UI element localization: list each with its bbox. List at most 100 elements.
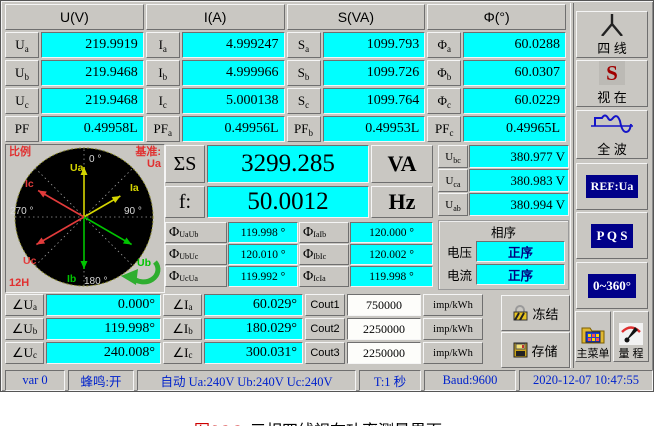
cout2-value[interactable]: 2250000: [347, 318, 421, 340]
current-sequence-label: 电流: [446, 269, 472, 283]
cout2-label: Cout2: [305, 318, 345, 340]
sigma-s-unit: VA: [371, 145, 433, 183]
total-apparent-power-row: ΣS 3299.285 VA: [165, 145, 433, 183]
current-sequence-value: 正序: [476, 264, 565, 285]
phase-sequence-panel: 相序 电压 正序 电流 正序: [438, 220, 569, 290]
value-ua: 219.9919: [41, 32, 144, 58]
label-pfa: PF a: [145, 116, 180, 142]
cout3-value[interactable]: 2250000: [347, 342, 421, 364]
phasor-diagram: 0 ° 90 ° 180 ° 270 ° Ua Ia Ub Ib Uc Ic 比例 基准: Ua …: [5, 144, 165, 293]
value-phic: 60.0229: [463, 88, 566, 114]
wye-icon: [601, 14, 623, 36]
svg-text:Ia: Ia: [130, 182, 139, 194]
cout3-unit: imp/kWh: [423, 342, 483, 364]
value-sa: 1099.793: [322, 32, 426, 58]
line-voltage-row: Uca 380.983 V: [438, 169, 569, 192]
voltage-sequence-label: 电压: [446, 246, 472, 260]
label-pf: PF: [5, 116, 39, 142]
value-ub: 219.9468: [41, 60, 144, 86]
sidebar-divider: [570, 3, 574, 368]
label-ib: Ib: [145, 60, 180, 86]
value-uab: 380.994 V: [469, 193, 569, 216]
full-wave-mode-button[interactable]: 全 波: [576, 110, 648, 159]
label-ubc: Ubc: [438, 145, 468, 168]
reference-select-button[interactable]: REF:Ua: [576, 163, 648, 210]
value-angle-ic: 300.031°: [204, 342, 303, 364]
sigma-s-label: ΣS: [165, 145, 205, 183]
value-angle-ub: 119.998°: [46, 318, 161, 340]
gauge-icon: [619, 323, 643, 345]
svg-text:180 °: 180 °: [84, 276, 107, 287]
col-header-uv: U(V): [5, 4, 144, 30]
wiring-mode-button[interactable]: 四 线: [576, 11, 648, 58]
value-pfb: 0.49953L: [322, 116, 426, 142]
status-var: var 0: [5, 370, 65, 391]
line-voltage-row: Ubc 380.977 V: [438, 145, 569, 168]
angle-range-label: 0~360°: [588, 273, 636, 298]
label-phi-ibic: Φ IbIc: [299, 244, 349, 265]
label-uab: Uab: [438, 193, 468, 216]
value-phi-ubuc: 120.010 °: [228, 244, 298, 265]
freeze-icon: [513, 305, 528, 321]
svg-text:0 °: 0 °: [89, 154, 101, 165]
line-voltage-panel: Ubc 380.977 V Uca 380.983 V Uab 380.994 …: [438, 145, 569, 216]
label-uc: Uc: [5, 88, 39, 114]
angle-range-button[interactable]: 0~360°: [576, 262, 648, 309]
store-button[interactable]: 存储: [501, 332, 570, 368]
label-pfb: PF b: [286, 116, 321, 142]
apparent-power-mode-button[interactable]: S 视 在: [576, 60, 648, 107]
value-phi-uaub: 119.998 °: [228, 222, 298, 243]
cout1-unit: imp/kWh: [423, 294, 483, 316]
cout3-label: Cout3: [305, 342, 345, 364]
range-button[interactable]: 量 程: [613, 311, 649, 362]
main-menu-button[interactable]: 主菜单: [575, 311, 611, 362]
current-sequence-row: 电流 正序: [442, 263, 565, 286]
cout1-value[interactable]: 750000: [347, 294, 421, 316]
status-interval: T:1 秒: [359, 370, 421, 391]
value-pfc: 0.49965L: [463, 116, 566, 142]
frequency-label: f:: [165, 186, 205, 218]
save-disk-icon: [513, 342, 528, 358]
label-sa: Sa: [286, 32, 321, 58]
svg-text:90 °: 90 °: [124, 206, 142, 217]
value-ic: 5.000138: [181, 88, 285, 114]
value-ib: 4.999966: [181, 60, 285, 86]
line-voltage-row: Uab 380.994 V: [438, 193, 569, 216]
label-angle-uc: ∠U c: [5, 342, 44, 364]
value-phi-ucua: 119.992 °: [228, 266, 298, 287]
cout2-unit: imp/kWh: [423, 318, 483, 340]
label-phic: Φc: [427, 88, 462, 114]
value-sb: 1099.726: [322, 60, 426, 86]
power-meter-window: U(V) I(A) S(VA) Φ(°) Ua 219.9919 Ia 4.99…: [0, 0, 654, 392]
value-phi-icia: 119.998 °: [350, 266, 433, 287]
label-angle-ua: ∠U a: [5, 294, 44, 316]
label-ia: Ia: [145, 32, 180, 58]
label-sb: Sb: [286, 60, 321, 86]
meter-constant-grid: Cout1 750000 imp/kWh Cout2 2250000 imp/k…: [305, 294, 483, 364]
svg-text:Uc: Uc: [23, 255, 37, 267]
col-header-ia: I(A): [145, 4, 285, 30]
cout1-label: Cout1: [305, 294, 345, 316]
phase-difference-grid: Φ UaUb 119.998 ° Φ IaIb 120.000 ° Φ UbUc 12…: [165, 222, 433, 287]
svg-text:Ib: Ib: [67, 273, 76, 285]
col-header-sva: S(VA): [286, 4, 426, 30]
phasor-reference-label: 基准: Ua: [135, 146, 161, 170]
label-ic: Ic: [145, 88, 180, 114]
status-auto-range: 自动 Ua:240V Ub:240V Uc:240V: [137, 370, 356, 391]
label-phia: Φa: [427, 32, 462, 58]
value-ubc: 380.977 V: [469, 145, 569, 168]
freeze-button[interactable]: 冻结: [501, 295, 570, 331]
pqs-mode-button[interactable]: P Q S: [576, 212, 648, 259]
frequency-unit: Hz: [371, 186, 433, 218]
label-phib: Φb: [427, 60, 462, 86]
svg-text:Ua: Ua: [70, 162, 84, 174]
svg-text:270 °: 270 °: [10, 206, 33, 217]
value-pf: 0.49958L: [41, 116, 144, 142]
value-angle-ua: 0.000°: [46, 294, 161, 316]
label-phi-uaub: Φ UaUb: [165, 222, 227, 243]
label-pfc: PF c: [427, 116, 462, 142]
frequency-row: f: 50.0012 Hz: [165, 186, 433, 218]
svg-text:Ub: Ub: [137, 257, 151, 269]
document-page: U(V) I(A) S(VA) Φ(°) Ua 219.9919 Ia 4.99…: [0, 0, 654, 426]
value-angle-uc: 240.008°: [46, 342, 161, 364]
